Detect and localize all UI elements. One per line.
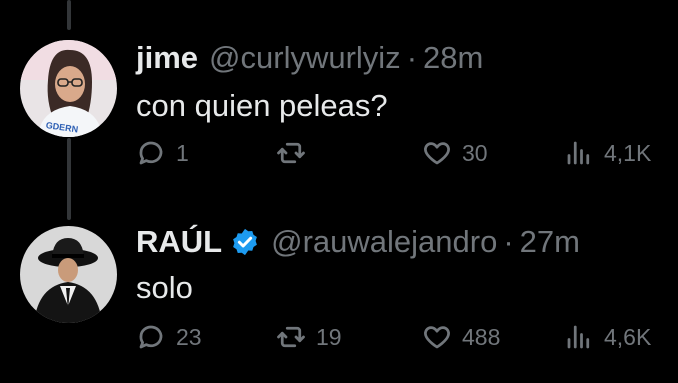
tweet-actions: 23 19 488 4,6K (136, 322, 666, 362)
retweet-button[interactable]: 19 (276, 322, 342, 352)
tweet-header: RAÚL @rauwalejandro · 27m (136, 224, 580, 260)
avatar-raul-image (20, 226, 117, 323)
like-button[interactable]: 488 (422, 322, 500, 352)
user-handle[interactable]: @rauwalejandro (271, 224, 497, 260)
reply-icon (139, 325, 163, 349)
view-count: 4,6K (604, 323, 652, 350)
retweet-icon (277, 326, 305, 348)
timestamp[interactable]: 27m (520, 224, 580, 260)
reply-button[interactable]: 23 (136, 322, 202, 352)
like-count: 488 (462, 323, 501, 350)
verified-badge-icon[interactable] (230, 227, 260, 257)
avatar-raul[interactable] (20, 226, 117, 323)
retweet-count: 19 (316, 323, 342, 350)
like-icon (424, 326, 450, 349)
views-button[interactable]: 4,6K (564, 322, 651, 352)
separator-dot: · (503, 224, 514, 259)
views-icon (567, 325, 590, 349)
display-name[interactable]: RAÚL (136, 224, 222, 260)
tweet-text: solo (136, 270, 193, 305)
reply-count: 23 (176, 323, 202, 350)
tweet-raul[interactable]: RAÚL @rauwalejandro · 27m solo 23 19 488… (0, 0, 678, 383)
